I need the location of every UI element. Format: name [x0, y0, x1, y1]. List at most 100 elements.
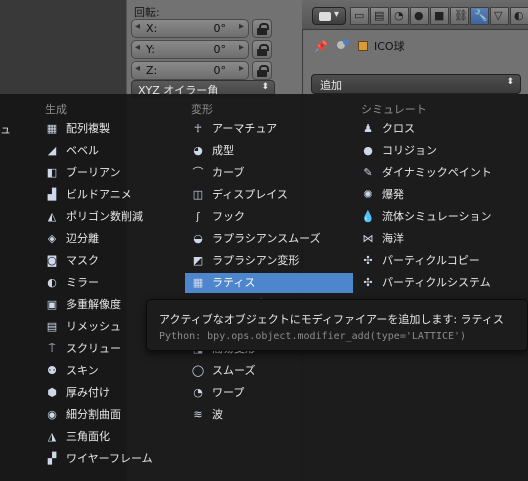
lattice-icon: ▦ — [192, 276, 204, 289]
menu-item-solidify[interactable]: ⬢ 厚み付け — [45, 383, 165, 403]
render-layers-tab[interactable]: ▤ — [370, 7, 389, 25]
menu-item-label: 爆発 — [382, 188, 404, 201]
menu-item-label: ラプラシアンスムーズ — [212, 232, 321, 245]
material-tab[interactable]: ◐ — [510, 7, 528, 25]
menu-item-label: スクリュー — [66, 342, 121, 355]
menu-item-subsurf[interactable]: ◉ 細分割曲面 — [45, 405, 165, 425]
menu-item-label: 細分割曲面 — [66, 408, 121, 421]
menu-item-boolean[interactable]: ◧ ブーリアン — [45, 163, 165, 183]
menu-item-curve[interactable]: ⌒ カーブ — [191, 163, 353, 183]
menu-item-collision[interactable]: ● コリジョン — [361, 141, 521, 161]
decrement-icon[interactable]: ◂ — [135, 21, 140, 32]
menu-item-label: マスク — [66, 254, 99, 267]
curve-icon: ⌒ — [192, 166, 204, 179]
rotation-x-field[interactable]: ◂ X: 0° ▸ — [131, 19, 249, 38]
lock-x-icon[interactable] — [252, 19, 272, 38]
menu-item-fluid[interactable]: 💧 流体シミュレーション — [361, 207, 521, 227]
menu-item-wireframe[interactable]: ▞ ワイヤーフレーム — [45, 449, 165, 469]
menu-item-mirror[interactable]: ◐ ミラー — [45, 273, 165, 293]
menu-item-displace[interactable]: ◫ ディスプレイス — [191, 185, 353, 205]
menu-item-label: 三角面化 — [66, 430, 110, 443]
menu-item-label: ラプラシアン変形 — [212, 254, 300, 267]
menu-item-dynamic-paint[interactable]: ✎ ダイナミックペイント — [361, 163, 521, 183]
render-tab[interactable]: ▭ — [350, 7, 369, 25]
increment-icon[interactable]: ▸ — [239, 63, 244, 74]
wave-icon: ≋ — [193, 408, 203, 421]
menu-item-wave[interactable]: ≋ 波 — [191, 405, 353, 425]
tooltip-python: Python: bpy.ops.object.modifier_add(type… — [159, 331, 467, 342]
rotation-z-field[interactable]: ◂ Z: 0° ▸ — [131, 61, 249, 80]
menu-item-warp[interactable]: ◔ ワープ — [191, 383, 353, 403]
rotation-label: 回転: — [134, 6, 160, 19]
menu-item-label: ワイヤーフレーム — [66, 452, 153, 465]
object-tab[interactable]: ■ — [430, 7, 449, 25]
menu-item-mask[interactable]: ◙ マスク — [45, 251, 165, 271]
menu-item-laplacian-deform[interactable]: ◩ ラプラシアン変形 — [191, 251, 353, 271]
armature-icon: ☥ — [193, 122, 203, 135]
clipped-item-label: ュ — [0, 123, 11, 136]
menu-item-label: ディスプレイス — [212, 188, 288, 201]
menu-item-triangulate[interactable]: ◮ 三角面化 — [45, 427, 165, 447]
constraints-tab[interactable]: ⛓ — [450, 7, 469, 25]
world-tab[interactable]: ● — [410, 7, 429, 25]
bevel-icon: ◢ — [47, 144, 57, 157]
particle-system-icon: ✣ — [363, 276, 373, 289]
menu-item-label: 辺分離 — [66, 232, 99, 245]
menu-item-label: スキン — [66, 364, 99, 377]
menu-item-label: クロス — [382, 122, 415, 135]
menu-item-bevel[interactable]: ◢ ベベル — [45, 141, 165, 161]
menu-item-edge-split[interactable]: ◈ 辺分離 — [45, 229, 165, 249]
remesh-icon: ▤ — [46, 320, 58, 333]
skin-icon: ⚉ — [47, 364, 57, 377]
lock-z-icon[interactable] — [252, 61, 272, 80]
menu-item-label: 配列複製 — [66, 122, 110, 135]
menu-item-lattice[interactable]: ▦ ラティス — [185, 273, 353, 293]
warp-icon: ◔ — [193, 386, 203, 399]
scene-tab[interactable]: ◔ — [390, 7, 409, 25]
data-tab[interactable]: ▽ — [490, 7, 509, 25]
fluid-icon: 💧 — [361, 210, 375, 223]
context-breadcrumb: 📌 ICO球 — [314, 38, 405, 54]
tooltip-description: アクティブなオブジェクトにモディファイアーを追加します: ラティス — [159, 313, 504, 326]
menu-item-laplacian-smooth[interactable]: ◒ ラプラシアンスムーズ — [191, 229, 353, 249]
menu-item-hook[interactable]: ʃ フック — [191, 207, 353, 227]
menu-item-particle-system[interactable]: ✣ パーティクルシステム — [361, 273, 521, 293]
menu-item-smooth[interactable]: ◯ スムーズ — [191, 361, 353, 381]
menu-item-array[interactable]: ▦ 配列複製 — [45, 119, 165, 139]
menu-item-skin[interactable]: ⚉ スキン — [45, 361, 165, 381]
menu-item-ocean[interactable]: ⋈ 海洋 — [361, 229, 521, 249]
menu-item-build[interactable]: ▟ ビルドアニメ — [45, 185, 165, 205]
menu-item-decimate[interactable]: ◭ ポリゴン数削減 — [45, 207, 165, 227]
menu-item-cloth[interactable]: ♟ クロス — [361, 119, 521, 139]
menu-item-particle-instance[interactable]: ✣ パーティクルコピー — [361, 251, 521, 271]
smooth-icon: ◯ — [191, 364, 205, 377]
editor-type-button[interactable] — [312, 7, 346, 25]
menu-item-label: ビルドアニメ — [66, 188, 132, 201]
updown-arrow-icon: ⬍ — [506, 77, 514, 87]
menu-item-label: ミラー — [66, 276, 99, 289]
decrement-icon[interactable]: ◂ — [135, 63, 140, 74]
decimate-icon: ◭ — [47, 210, 57, 223]
object-cube-icon — [358, 41, 368, 51]
menu-item-label: ラティス — [212, 276, 256, 289]
ocean-icon: ⋈ — [362, 232, 374, 245]
modifiers-tab[interactable]: 🔧 — [470, 7, 489, 25]
pin-icon[interactable]: 📌 — [314, 40, 328, 53]
column-heading-generate: 生成 — [45, 103, 67, 116]
screw-icon: ⍑ — [48, 342, 56, 355]
menu-item-armature[interactable]: ☥ アーマチュア — [191, 119, 353, 139]
increment-icon[interactable]: ▸ — [239, 21, 244, 32]
increment-icon[interactable]: ▸ — [239, 42, 244, 53]
menu-item-label: ベベル — [66, 144, 99, 157]
decrement-icon[interactable]: ◂ — [135, 42, 140, 53]
laplacian-deform-icon: ◩ — [192, 254, 204, 267]
wireframe-icon: ▞ — [47, 452, 57, 465]
menu-item-cast[interactable]: ◕ 成型 — [191, 141, 353, 161]
add-modifier-button[interactable]: 追加 ⬍ — [311, 74, 521, 94]
rotation-y-field[interactable]: ◂ Y: 0° ▸ — [131, 40, 249, 59]
collision-icon: ● — [363, 144, 373, 157]
lock-y-icon[interactable] — [252, 40, 272, 59]
menu-item-label: 厚み付け — [66, 386, 110, 399]
menu-item-label: カーブ — [212, 166, 245, 179]
menu-item-explode[interactable]: ✺ 爆発 — [361, 185, 521, 205]
